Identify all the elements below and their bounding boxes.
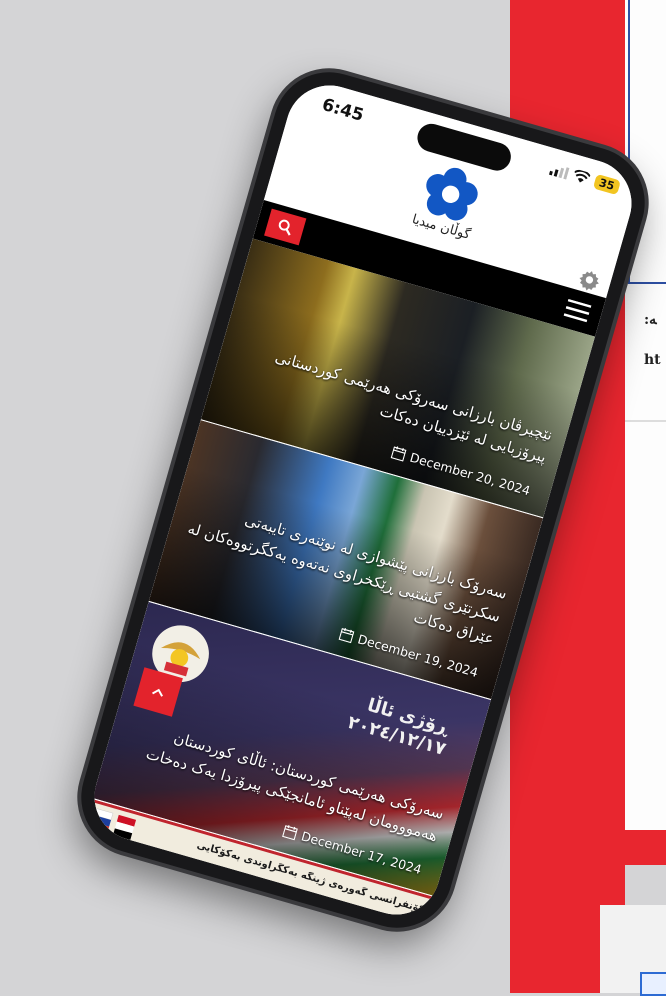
- calendar-icon: [338, 627, 355, 644]
- status-time: 6:45: [319, 94, 366, 126]
- status-icons: 35: [548, 161, 621, 196]
- search-icon: [278, 219, 291, 236]
- calendar-icon: [281, 824, 298, 841]
- side-text-1: :ﻪ: [644, 312, 657, 328]
- signal-icon: [548, 166, 570, 180]
- bottom-box: [640, 972, 666, 996]
- side-divider: [625, 420, 666, 422]
- wifi-icon: [573, 169, 591, 183]
- gear-icon[interactable]: [576, 266, 603, 293]
- chevron-up-icon: [152, 688, 164, 697]
- hamburger-menu-icon[interactable]: [563, 298, 592, 323]
- side-text-2: ht: [644, 352, 661, 368]
- search-button[interactable]: [264, 208, 307, 246]
- battery-indicator: 35: [592, 173, 621, 196]
- calendar-icon: [390, 446, 407, 462]
